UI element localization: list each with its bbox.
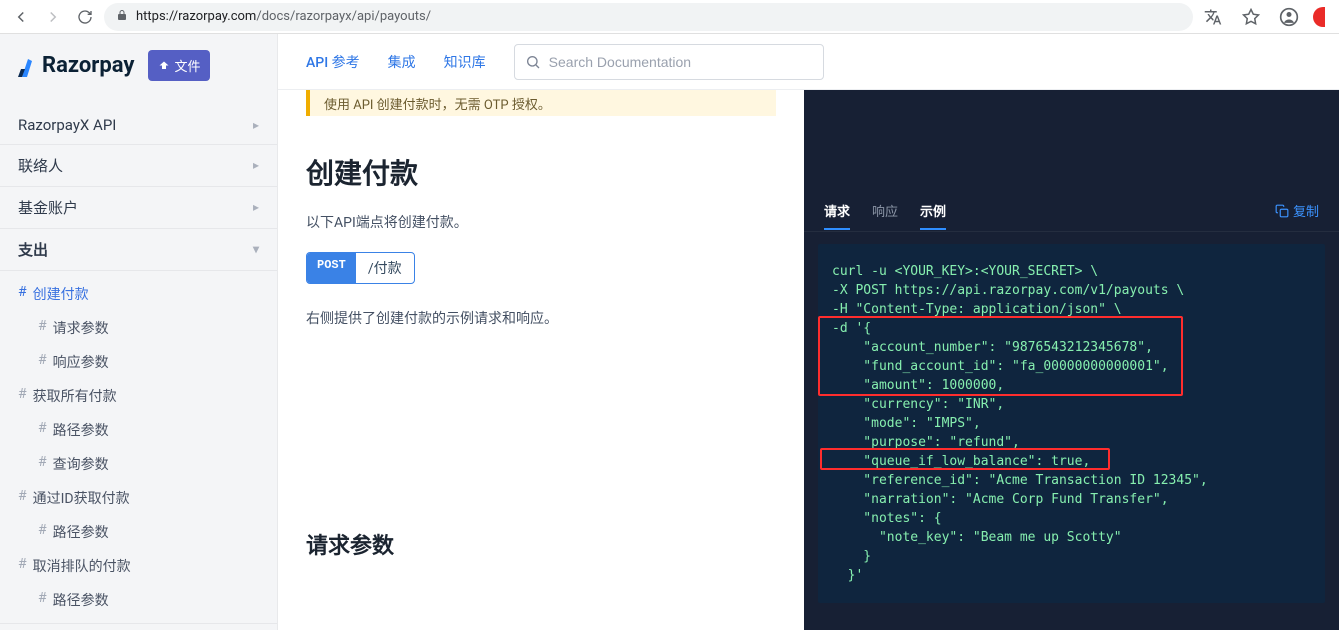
sidebar-group-label: 支出 bbox=[18, 239, 48, 260]
back-button[interactable] bbox=[8, 4, 34, 30]
sidebar-group-label: RazorpayX API bbox=[18, 116, 116, 134]
search-icon bbox=[525, 54, 541, 70]
sidebar-sublink-active[interactable]: # 创建付款 bbox=[0, 277, 277, 311]
sidebar-nav: RazorpayX API▸联络人▸基金账户▸ 支出 ▾ #创建付款#请求参数#… bbox=[0, 98, 277, 630]
code-block[interactable]: curl -u <YOUR_KEY>:<YOUR_SECRET> \ -X PO… bbox=[818, 244, 1325, 603]
code-tabs: 请求 响应 示例 复制 bbox=[804, 190, 1339, 232]
address-bar[interactable]: https://razorpay.com/docs/razorpayx/api/… bbox=[104, 3, 1193, 31]
notice-text: 使用 API 创建付款时，无需 OTP 授权。 bbox=[324, 94, 551, 113]
top-tab-api[interactable]: API 参考 bbox=[306, 52, 360, 72]
article-lead: 以下API端点将创建付款。 bbox=[306, 212, 776, 232]
hash-icon: # bbox=[38, 590, 47, 610]
chevron-down-icon: ▾ bbox=[253, 242, 259, 256]
sidebar-sublink-label: 创建付款 bbox=[33, 284, 89, 304]
search-input[interactable] bbox=[549, 54, 813, 70]
code-panel: 请求 响应 示例 复制 curl -u <YOUR_KEY>:<YOUR_SEC… bbox=[804, 90, 1339, 630]
hash-icon: # bbox=[18, 556, 27, 576]
sidebar-sublink[interactable]: # 路径参数 bbox=[0, 583, 277, 617]
chevron-right-icon: ▸ bbox=[253, 118, 259, 132]
copy-button[interactable]: 复制 bbox=[1275, 201, 1319, 220]
sidebar-sublink[interactable]: # 查询参数 bbox=[0, 447, 277, 481]
http-path: /付款 bbox=[356, 253, 414, 283]
code-tab-example[interactable]: 示例 bbox=[920, 191, 946, 230]
profile-icon[interactable] bbox=[1275, 3, 1303, 31]
file-button-label: 文件 bbox=[174, 56, 200, 75]
hash-icon: # bbox=[38, 454, 47, 474]
sidebar-sublink[interactable]: # 路径参数 bbox=[0, 515, 277, 549]
sidebar-sublink[interactable]: # 通过ID获取付款 bbox=[0, 481, 277, 515]
sidebar-header: Razorpay 文件 bbox=[0, 34, 277, 98]
endpoint-badge: POST /付款 bbox=[306, 252, 415, 284]
search-box[interactable] bbox=[514, 44, 824, 80]
sidebar: Razorpay 文件 RazorpayX API ▸ 联络人 ▸ 基金账户 ▸ 支出 ▾… bbox=[0, 34, 278, 630]
sidebar-sublink-label: 路径参数 bbox=[53, 420, 109, 440]
chevron-right-icon: ▸ bbox=[253, 158, 259, 172]
sidebar-sublink[interactable]: # 请求参数 bbox=[0, 311, 277, 345]
sidebar-sublink[interactable]: # 取消排队的付款 bbox=[0, 549, 277, 583]
sidebar-sublink-label: 请求参数 bbox=[53, 318, 109, 338]
hash-icon: # bbox=[38, 318, 47, 338]
url-path: /docs/razorpayx/api/payouts/ bbox=[256, 9, 431, 24]
extension-icon[interactable] bbox=[1313, 7, 1325, 27]
forward-button[interactable] bbox=[40, 4, 66, 30]
section-heading: 请求参数 bbox=[306, 528, 776, 560]
sidebar-sublink-label: 路径参数 bbox=[53, 522, 109, 542]
article: 使用 API 创建付款时，无需 OTP 授权。 创建付款 以下API端点将创建付… bbox=[278, 90, 804, 630]
doc-top-bar: API 参考 集成 知识库 bbox=[278, 34, 1339, 90]
sidebar-group[interactable]: 联络人 ▸ bbox=[0, 144, 277, 186]
top-tab-knowledge[interactable]: 知识库 bbox=[444, 52, 486, 72]
logo-text: Razorpay bbox=[42, 53, 134, 78]
hash-icon: # bbox=[18, 386, 27, 406]
copy-label: 复制 bbox=[1293, 201, 1319, 220]
sidebar-group[interactable]: 卡支付 ▸ bbox=[0, 623, 277, 630]
http-method: POST bbox=[307, 253, 356, 283]
hash-icon: # bbox=[38, 420, 47, 440]
hash-icon: # bbox=[38, 352, 47, 372]
top-tab-integration[interactable]: 集成 bbox=[388, 52, 416, 72]
reload-button[interactable] bbox=[72, 4, 98, 30]
file-button[interactable]: 文件 bbox=[148, 50, 210, 81]
chevron-right-icon: ▸ bbox=[253, 200, 259, 214]
sidebar-sublink-label: 取消排队的付款 bbox=[33, 556, 131, 576]
notice-banner: 使用 API 创建付款时，无需 OTP 授权。 bbox=[306, 90, 776, 116]
sidebar-group-active[interactable]: 支出 ▾ bbox=[0, 228, 277, 270]
sidebar-sublink-label: 获取所有付款 bbox=[33, 386, 117, 406]
hash-icon: # bbox=[18, 284, 27, 304]
razorpay-logo[interactable]: Razorpay bbox=[18, 53, 134, 78]
hash-icon: # bbox=[18, 488, 27, 508]
article-heading: 创建付款 bbox=[306, 152, 776, 192]
sidebar-sublink-label: 查询参数 bbox=[53, 454, 109, 474]
sidebar-group-label: 联络人 bbox=[18, 155, 63, 176]
sidebar-group[interactable]: RazorpayX API ▸ bbox=[0, 106, 277, 144]
sidebar-sublink-label: 响应参数 bbox=[53, 352, 109, 372]
sidebar-sublink-label: 路径参数 bbox=[53, 590, 109, 610]
code-tab-response[interactable]: 响应 bbox=[872, 191, 898, 230]
translate-icon[interactable] bbox=[1199, 3, 1227, 31]
sidebar-sublink[interactable]: # 获取所有付款 bbox=[0, 379, 277, 413]
sidebar-sublink[interactable]: # 响应参数 bbox=[0, 345, 277, 379]
sidebar-sublink[interactable]: # 路径参数 bbox=[0, 413, 277, 447]
sidebar-group[interactable]: 基金账户 ▸ bbox=[0, 186, 277, 228]
lock-icon bbox=[116, 9, 128, 24]
star-icon[interactable] bbox=[1237, 3, 1265, 31]
browser-address-bar: https://razorpay.com/docs/razorpayx/api/… bbox=[0, 0, 1339, 34]
article-desc: 右侧提供了创建付款的示例请求和响应。 bbox=[306, 308, 776, 328]
sidebar-group-label: 基金账户 bbox=[18, 197, 78, 218]
url-domain: https://razorpay.com bbox=[136, 9, 256, 24]
copy-icon bbox=[1275, 204, 1289, 218]
code-tab-request[interactable]: 请求 bbox=[824, 191, 850, 230]
hash-icon: # bbox=[38, 522, 47, 542]
sidebar-sublink-label: 通过ID获取付款 bbox=[33, 488, 130, 508]
